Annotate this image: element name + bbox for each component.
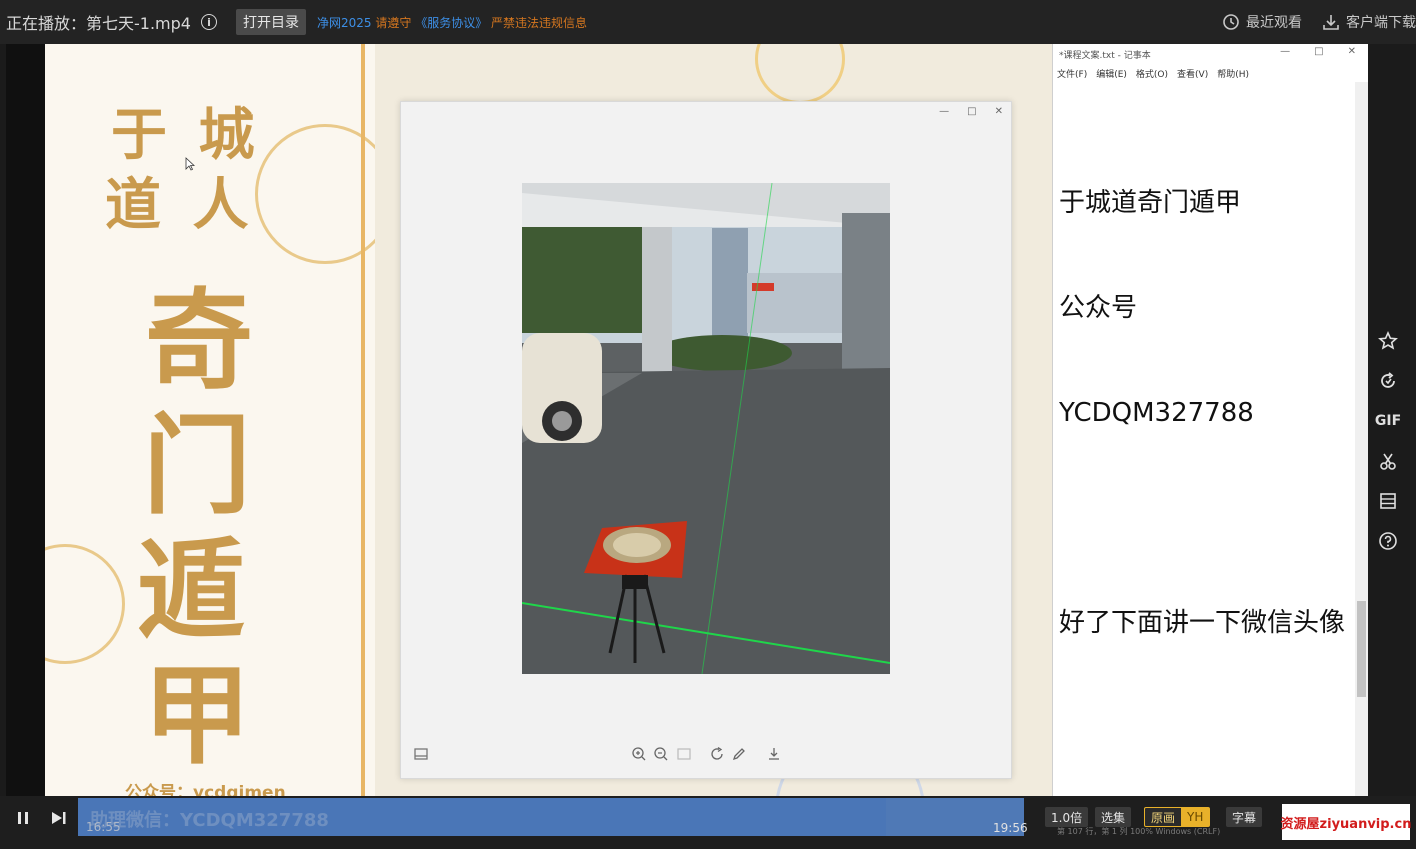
favorite-button[interactable] [1377,330,1399,352]
actual-size-icon[interactable] [676,746,692,762]
recent-watched-button[interactable]: 最近观看 [1222,12,1302,32]
text-line: 公众号 [1059,293,1138,323]
notice-part-4: 严禁违法违规信息 [491,15,588,30]
speed-button[interactable]: 1.0倍 [1045,807,1089,827]
viewer-window-controls: — □ ✕ [939,106,1003,117]
clip-button[interactable] [1377,450,1399,472]
notice-banner[interactable]: 净网2025 请遵守 《服务协议》 严禁违法违规信息 [317,14,587,31]
notepad-text-area[interactable]: 于城道奇门遁甲 公众号 YCDQM327788 好了下面讲一下微信头像 [1059,116,1345,711]
menu-view[interactable]: 查看(V) [1177,67,1208,80]
playback-controls: 助理微信：YCDQM327788 16:55 19:56 1.0倍 选集 原画 … [0,796,1416,849]
decor-swirl [255,124,375,264]
video-frame[interactable]: 于 城 道 人 奇 门 遁 甲 公众号：ycdqimen — □ ✕ *课程文案… [6,44,1368,796]
close-icon[interactable]: ✕ [995,106,1003,117]
top-bar: 正在播放：第七天-1.mp4 i 打开目录 净网2025 请遵守 《服务协议》 … [0,0,1416,44]
slide-big-char-4: 甲 [143,653,252,779]
replay-button[interactable] [1377,370,1399,392]
notepad-scrollbar[interactable] [1355,82,1368,796]
quality-button[interactable]: 原画 YH [1144,807,1211,827]
rotate-icon[interactable] [709,746,725,762]
zoom-out-icon[interactable] [653,746,669,762]
save-icon[interactable] [766,746,782,762]
decor-swirl [45,544,125,664]
notepad-window: *课程文案.txt - 记事本 — □ ✕ 文件(F) 编辑(E) 格式(O) … [1052,44,1368,796]
help-button[interactable] [1377,530,1399,552]
zoom-in-icon[interactable] [631,746,647,762]
text-line [1059,501,1345,536]
menu-edit[interactable]: 编辑(E) [1096,67,1127,80]
subtitle-button[interactable]: 字幕 [1226,807,1263,827]
scissors-icon [1380,453,1396,470]
download-icon [1323,15,1339,30]
text-line: 于城道奇门遁甲 [1059,188,1242,218]
photo-canopy-scene [522,183,890,674]
progress-bar[interactable]: 助理微信：YCDQM327788 16:55 [78,798,1024,836]
total-time: 19:56 [993,821,1028,835]
open-directory-button[interactable]: 打开目录 [235,9,306,35]
notice-part-1: 净网2025 [316,15,372,30]
mouse-cursor-icon [185,157,195,171]
scrollbar-thumb[interactable] [1357,601,1366,697]
maximize-icon[interactable]: □ [1314,46,1323,57]
quality-badge: YH [1181,808,1210,826]
star-icon [1378,331,1398,350]
slide-subtitle-2: 道 人 [105,172,255,238]
slide-title-panel: 于 城 道 人 奇 门 遁 甲 公众号：ycdqimen [45,44,375,796]
notepad-status-bar: 第 107 行，第 1 列 100% Windows (CRLF) [1057,827,1221,836]
episodes-button[interactable]: 选集 [1095,807,1132,827]
gold-divider [361,44,365,796]
refresh-icon [1381,372,1395,388]
menu-format[interactable]: 格式(O) [1136,67,1168,80]
notice-part-2: 请遵守 [375,15,412,30]
menu-file[interactable]: 文件(F) [1057,67,1087,80]
decor-swirl [755,44,845,104]
text-line: YCDQM327788 [1059,398,1254,428]
top-right-links: 最近观看 客户端下载 [1202,0,1416,44]
next-button[interactable] [51,810,67,829]
player-window: 正在播放：第七天-1.mp4 i 打开目录 净网2025 请遵守 《服务协议》 … [0,0,1416,849]
notepad-menu-bar: 文件(F) 编辑(E) 格式(O) 查看(V) 帮助(H) [1053,64,1368,82]
next-icon [52,812,66,824]
minimize-icon[interactable]: — [939,106,949,117]
viewer-toolbar [401,746,1013,766]
client-download-button[interactable]: 客户端下载 [1322,12,1416,32]
history-icon [1223,14,1239,30]
recent-watched-label: 最近观看 [1246,15,1302,31]
notepad-window-controls: — □ ✕ [1280,46,1356,57]
slide-assistant-wechat: 助理微信：YCDQM327788 [90,810,329,831]
gallery-icon[interactable] [413,746,429,762]
maximize-icon[interactable]: □ [967,106,976,117]
pause-button[interactable] [16,810,30,829]
playlist-icon [1380,493,1396,509]
menu-help[interactable]: 帮助(H) [1217,67,1249,80]
client-download-label: 客户端下载 [1346,15,1416,31]
pause-icon [18,812,28,824]
text-line: 好了下面讲一下微信头像 [1059,608,1346,638]
minimize-icon[interactable]: — [1280,46,1290,57]
current-time: 16:55 [86,820,121,834]
displayed-photo [522,183,890,674]
info-icon[interactable]: i [200,14,217,30]
playlist-button[interactable] [1377,490,1399,512]
image-viewer-window: — □ ✕ [400,101,1012,779]
site-watermark: 资源屋ziyuanvip.cn [1281,804,1411,840]
gif-icon: GIF [1374,413,1402,429]
close-icon[interactable]: ✕ [1348,46,1356,57]
service-agreement-link[interactable]: 《服务协议》 [415,16,487,30]
gif-button[interactable]: GIF [1374,410,1402,432]
now-playing-title: 正在播放：第七天-1.mp4 [6,14,191,33]
right-tool-rail: GIF [1368,44,1416,796]
slide-public-account: 公众号：ycdqimen [125,783,286,796]
edit-icon[interactable] [731,746,747,762]
quality-label: 原画 [1151,810,1176,825]
help-icon [1379,532,1397,550]
